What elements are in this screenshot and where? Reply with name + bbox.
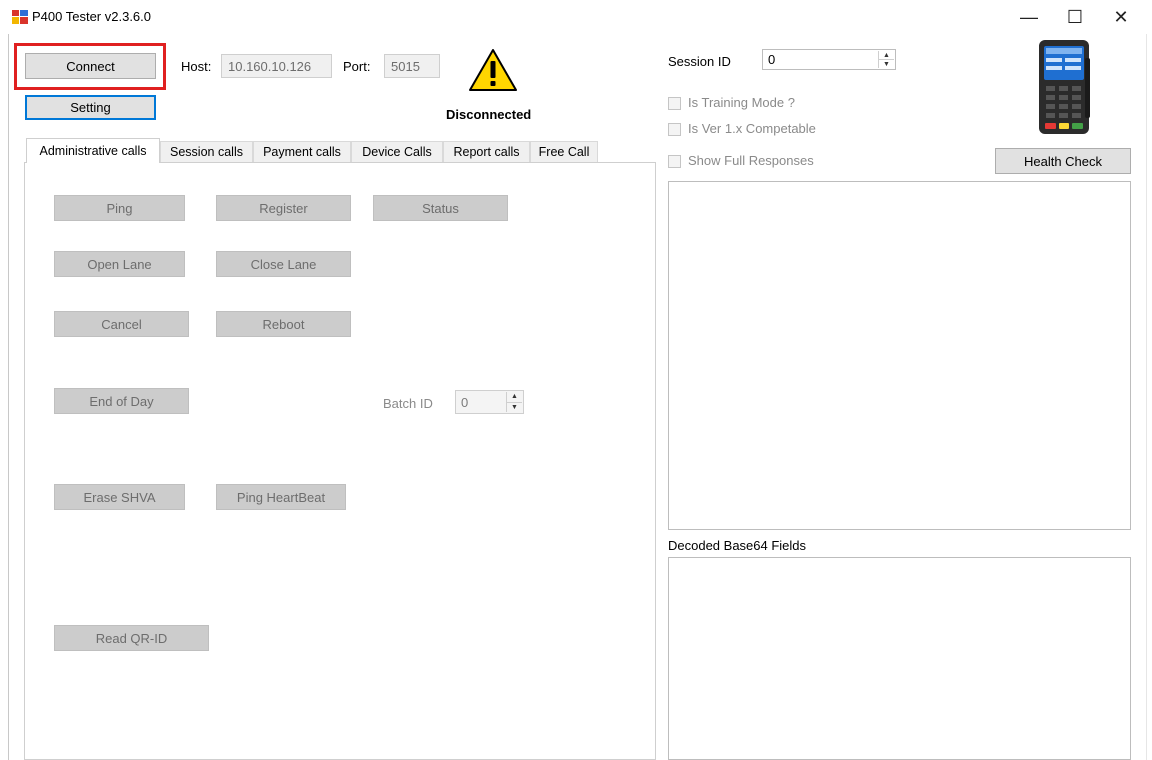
batch-id-stepper[interactable]: 0 ▲ ▼ xyxy=(455,390,524,414)
register-button[interactable]: Register xyxy=(216,195,351,221)
show-full-responses-checkbox[interactable] xyxy=(668,155,681,168)
window-right-border xyxy=(1146,34,1147,760)
ver-compatible-checkbox[interactable] xyxy=(668,123,681,136)
warning-icon xyxy=(468,48,518,92)
title-bar xyxy=(0,0,1152,34)
host-label: Host: xyxy=(181,59,212,74)
end-of-day-button[interactable]: End of Day xyxy=(54,388,189,414)
minimize-icon: — xyxy=(1020,6,1038,27)
session-id-label: Session ID xyxy=(668,54,731,69)
setting-button[interactable]: Setting xyxy=(25,95,156,120)
session-id-spin-buttons[interactable]: ▲ ▼ xyxy=(878,51,894,68)
show-full-responses-label: Show Full Responses xyxy=(688,153,814,168)
connect-button[interactable]: Connect xyxy=(25,53,156,79)
decoded-fields-label: Decoded Base64 Fields xyxy=(668,538,807,553)
spin-up-icon[interactable]: ▲ xyxy=(507,392,522,402)
window-title: P400 Tester v2.3.6.0 xyxy=(32,9,152,24)
close-icon: ✕ xyxy=(1113,6,1129,27)
status-button[interactable]: Status xyxy=(373,195,508,221)
host-field[interactable]: 10.160.10.126 xyxy=(221,54,332,78)
batch-id-value: 0 xyxy=(461,395,469,410)
tab-device-calls[interactable]: Device Calls xyxy=(351,141,443,162)
ping-heartbeat-button[interactable]: Ping HeartBeat xyxy=(216,484,346,510)
session-id-value: 0 xyxy=(768,52,776,67)
erase-shva-button[interactable]: Erase SHVA xyxy=(54,484,185,510)
port-label: Port: xyxy=(343,59,371,74)
payment-terminal-image xyxy=(1036,38,1092,136)
port-field[interactable]: 5015 xyxy=(384,54,440,78)
read-qr-id-button[interactable]: Read QR-ID xyxy=(54,625,209,651)
maximize-button[interactable]: ☐ xyxy=(1052,0,1098,34)
tab-administrative-calls[interactable]: Administrative calls xyxy=(26,138,160,163)
batch-id-spin-buttons[interactable]: ▲ ▼ xyxy=(506,392,522,412)
spin-up-icon[interactable]: ▲ xyxy=(879,51,894,59)
tab-payment-calls[interactable]: Payment calls xyxy=(253,141,351,162)
reboot-button[interactable]: Reboot xyxy=(216,311,351,337)
decoded-fields-box[interactable] xyxy=(668,557,1131,760)
window-left-border xyxy=(8,34,9,760)
spin-down-icon[interactable]: ▼ xyxy=(507,401,522,413)
response-output-box[interactable] xyxy=(668,181,1131,530)
tab-session-calls[interactable]: Session calls xyxy=(160,141,253,162)
close-button[interactable]: ✕ xyxy=(1098,0,1144,34)
session-id-stepper[interactable]: 0 ▲ ▼ xyxy=(762,49,896,70)
ver-compatible-label: Is Ver 1.x Competable xyxy=(688,121,816,136)
tab-free-call[interactable]: Free Call xyxy=(530,141,598,162)
health-check-button[interactable]: Health Check xyxy=(995,148,1131,174)
app-icon xyxy=(12,10,28,24)
training-mode-label: Is Training Mode ? xyxy=(688,95,795,110)
training-mode-checkbox[interactable] xyxy=(668,97,681,110)
spin-down-icon[interactable]: ▼ xyxy=(879,59,894,68)
batch-id-label: Batch ID xyxy=(383,396,433,411)
minimize-button[interactable]: — xyxy=(1006,0,1052,34)
maximize-icon: ☐ xyxy=(1066,6,1084,27)
cancel-button[interactable]: Cancel xyxy=(54,311,189,337)
ping-button[interactable]: Ping xyxy=(54,195,185,221)
open-lane-button[interactable]: Open Lane xyxy=(54,251,185,277)
tab-report-calls[interactable]: Report calls xyxy=(443,141,530,162)
connection-status: Disconnected xyxy=(446,107,532,122)
close-lane-button[interactable]: Close Lane xyxy=(216,251,351,277)
